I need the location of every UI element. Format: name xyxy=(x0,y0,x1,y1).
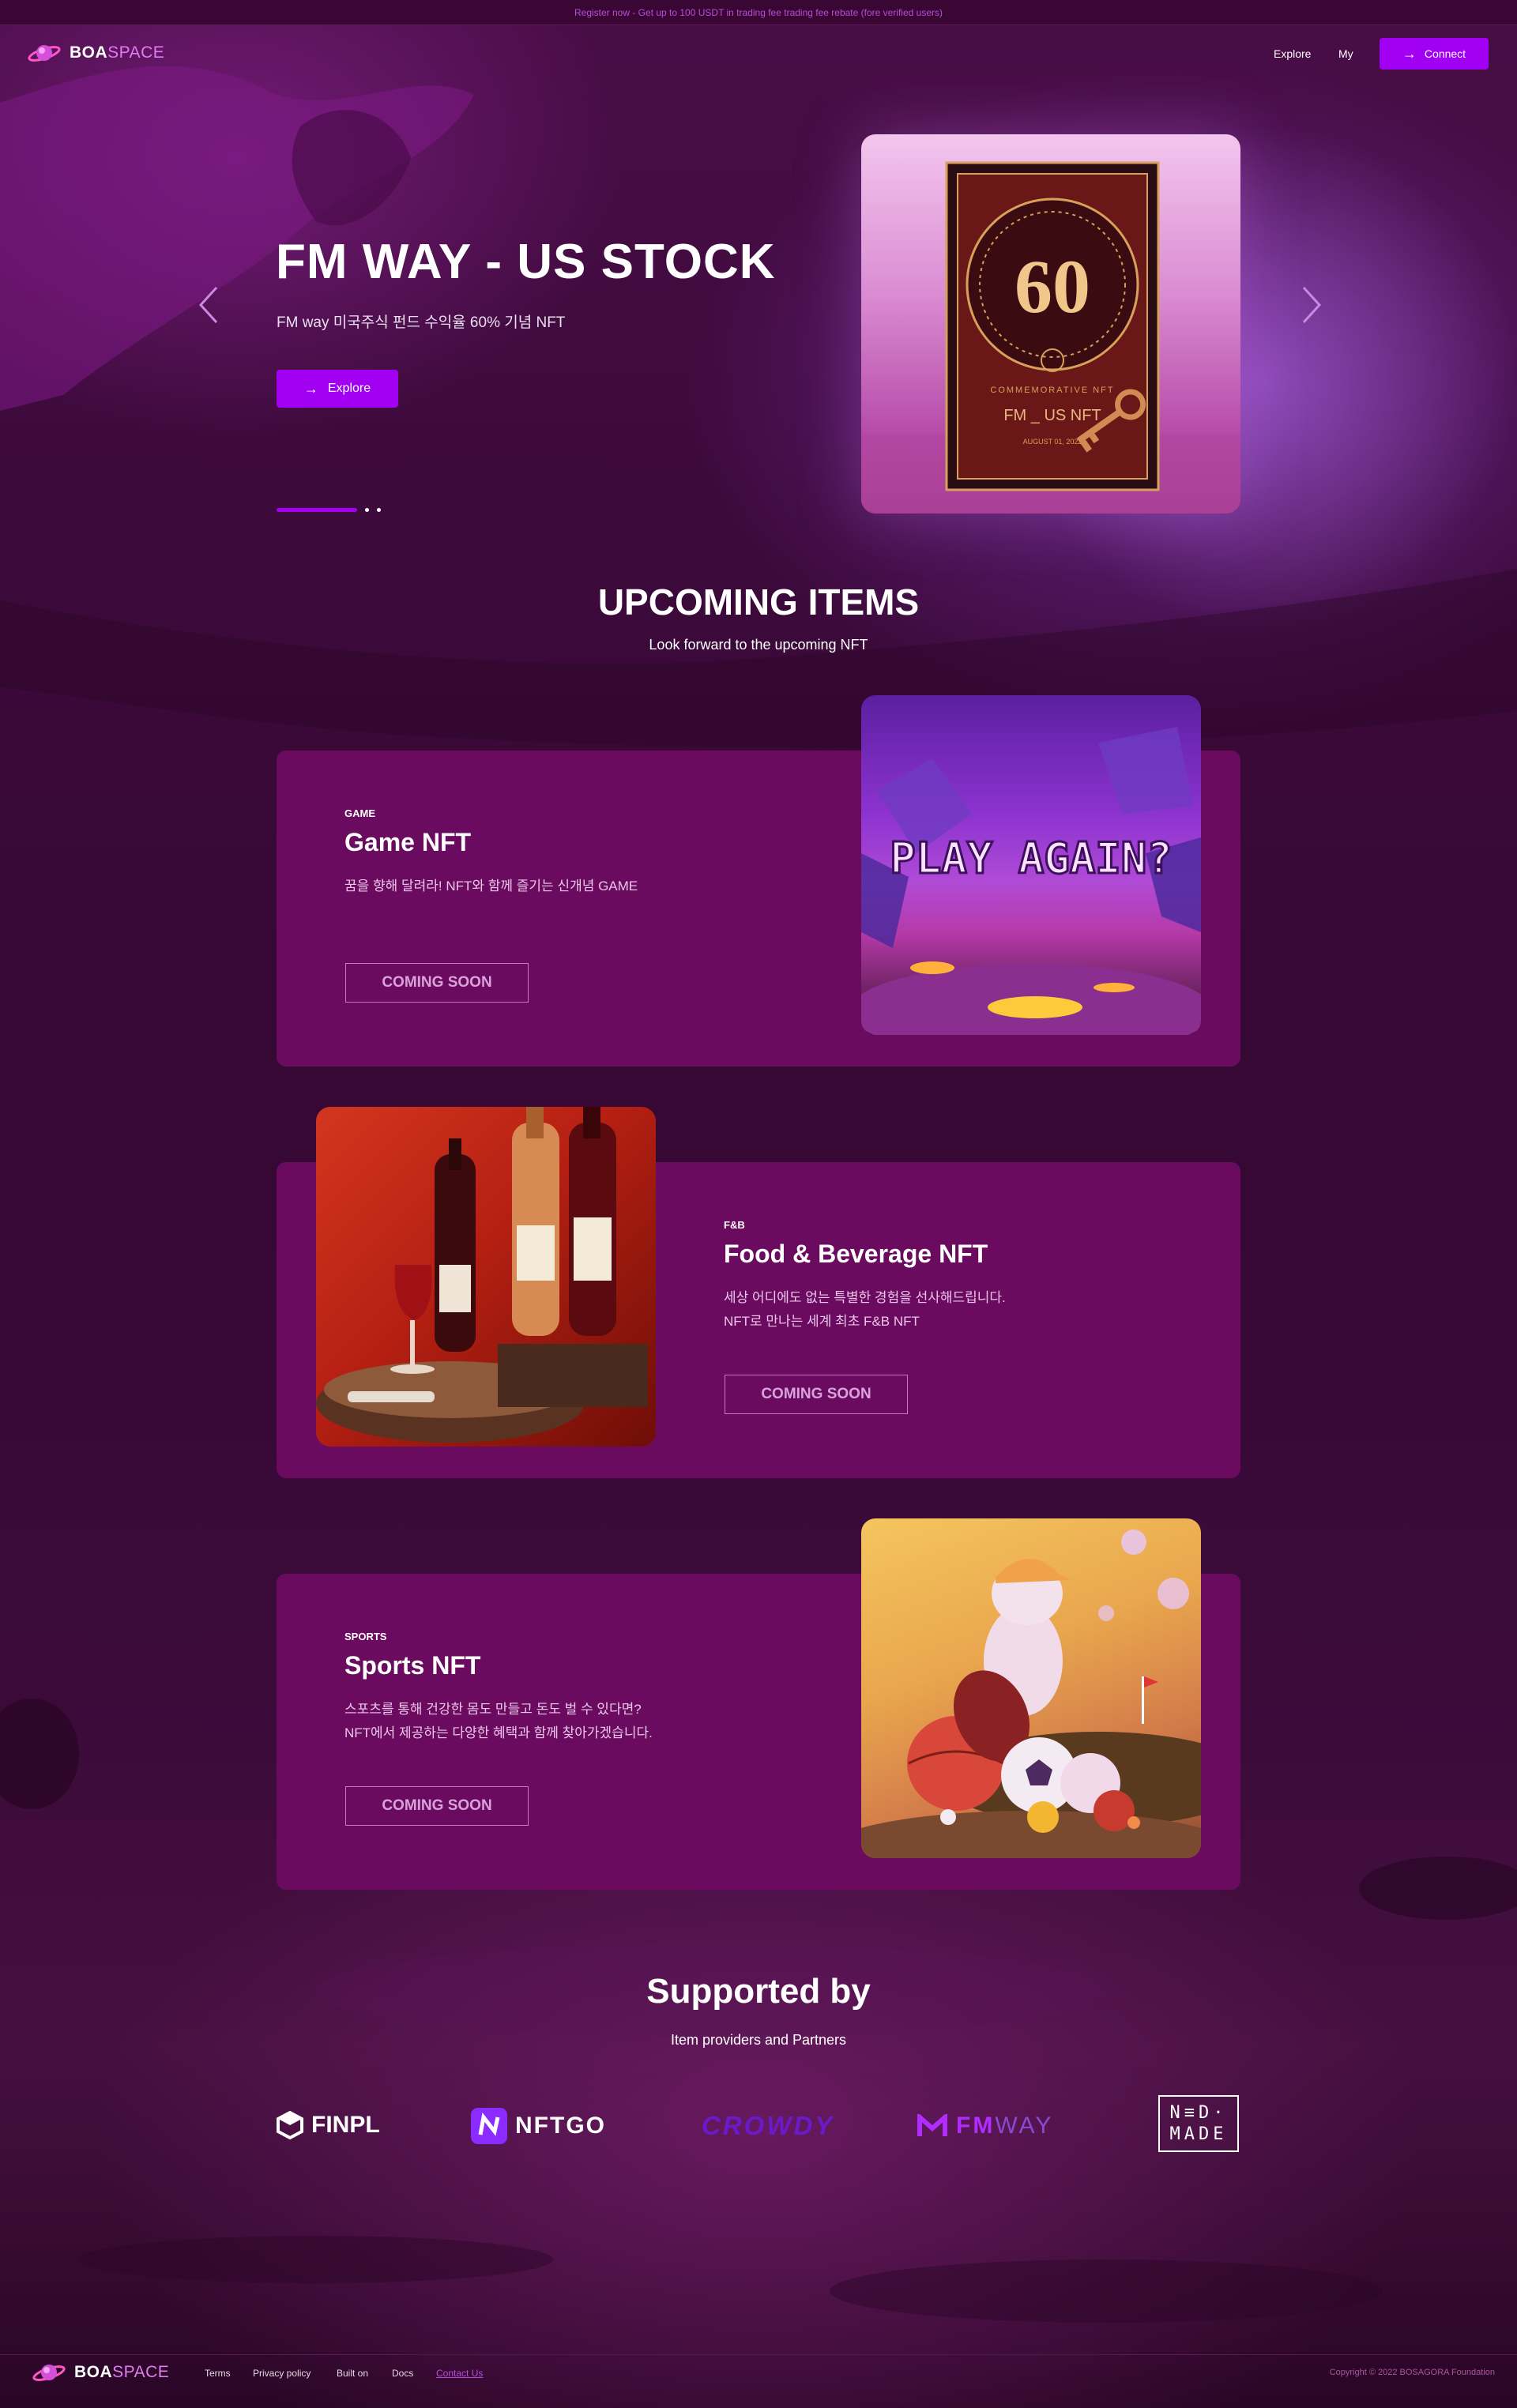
pager-active[interactable] xyxy=(277,508,357,512)
fmway-m-icon xyxy=(917,2114,947,2136)
partner-logos: FINPL NFTGO CROWDY FMWAY N≡D· MADE xyxy=(0,2094,1517,2157)
arrow-right-icon: → xyxy=(1402,46,1417,62)
partner-name-b: WAY xyxy=(995,2113,1054,2139)
carousel-pager xyxy=(277,508,381,512)
planet-logo-icon xyxy=(32,2365,66,2381)
finpl-cube-icon xyxy=(277,2111,303,2139)
hero-explore-button[interactable]: → Explore xyxy=(277,370,398,408)
coming-soon-label: COMING SOON xyxy=(382,1797,492,1814)
brand-logo[interactable]: BOASPACE xyxy=(27,41,164,65)
supported-subtitle: Item providers and Partners xyxy=(670,2032,847,2048)
partner-crowdy[interactable]: CROWDY xyxy=(702,2111,834,2141)
partner-name: NFTGO xyxy=(515,2113,606,2139)
coming-soon-button[interactable]: COMING SOON xyxy=(345,1786,529,1826)
hero-nft-image[interactable]: 60 COMMEMORATIVE NFT FM _ US NFT AUGUST … xyxy=(861,134,1240,514)
nav-my-link[interactable]: My xyxy=(1338,47,1353,60)
coming-soon-button[interactable]: COMING SOON xyxy=(345,963,529,1003)
partner-name: CROWDY xyxy=(702,2111,835,2140)
supported-title: Supported by xyxy=(646,1972,871,2011)
nav-explore-link[interactable]: Explore xyxy=(1274,47,1311,60)
footer-link-terms[interactable]: Terms xyxy=(205,2368,231,2379)
footer-link-docs[interactable]: Docs xyxy=(392,2368,413,2379)
carousel-prev-icon[interactable] xyxy=(193,281,224,329)
coming-soon-label: COMING SOON xyxy=(382,974,492,991)
arrow-right-icon: → xyxy=(303,381,318,397)
top-nav: BOASPACE Explore My → Connect xyxy=(0,35,1517,73)
logo-text-light: SPACE xyxy=(107,43,165,62)
hero-subtitle: FM way 미국주식 펀드 수익율 60% 기념 NFT xyxy=(277,314,566,331)
partner-row2: MADE xyxy=(1169,2124,1228,2144)
footer-logo-bold: BOA xyxy=(74,2363,113,2381)
card-title: Food & Beverage NFT xyxy=(724,1240,988,1268)
footer-logo-light: SPACE xyxy=(112,2363,170,2381)
carousel-next-icon[interactable] xyxy=(1296,281,1327,329)
connect-button[interactable]: → Connect xyxy=(1380,38,1489,70)
card-title: Sports NFT xyxy=(344,1651,481,1680)
pager-dot[interactable] xyxy=(365,508,369,512)
coming-soon-button[interactable]: COMING SOON xyxy=(725,1375,908,1414)
game-image-text: PLAY AGAIN? xyxy=(890,833,1173,883)
card-description: 스포츠를 통해 건강한 몸도 만들고 돈도 벌 수 있다면? NFT에서 제공하… xyxy=(344,1702,653,1740)
partner-name-a: FM xyxy=(956,2113,996,2139)
upcoming-title: UPCOMING ITEMS xyxy=(597,581,920,623)
card-description: 꿈을 향해 달려라! NFT와 함께 즐기는 신개념 GAME xyxy=(344,879,638,894)
partner-need-made[interactable]: N≡D· MADE xyxy=(1158,2095,1239,2152)
partner-fmway[interactable]: FMWAY xyxy=(917,2113,1053,2139)
hero-title: FM WAY - US STOCK xyxy=(276,235,776,289)
logo-text-bold: BOA xyxy=(70,43,108,62)
partner-row1: N≡D· xyxy=(1169,2103,1228,2123)
card-number: 60 xyxy=(1014,244,1090,329)
card-date: AUGUST 01, 2022 xyxy=(1023,438,1082,446)
partner-finpl[interactable]: FINPL xyxy=(277,2111,380,2139)
card-description: 세상 어디에도 없는 특별한 경험을 선사해드립니다. NFT로 만나는 세계 … xyxy=(724,1290,1006,1329)
card-name: FM _ US NFT xyxy=(1003,407,1101,424)
commemorative-card-art: 60 COMMEMORATIVE NFT FM _ US NFT AUGUST … xyxy=(861,161,1240,514)
card-category: SPORTS xyxy=(344,1631,387,1642)
connect-label: Connect xyxy=(1424,47,1466,60)
sports-nft-image[interactable] xyxy=(861,1518,1201,1858)
nftgo-n-icon xyxy=(471,2108,507,2144)
game-nft-image[interactable]: PLAY AGAIN? xyxy=(861,695,1201,1035)
partner-nftgo[interactable]: NFTGO xyxy=(471,2108,606,2144)
card-title: Game NFT xyxy=(344,828,472,856)
hero-explore-label: Explore xyxy=(327,382,371,395)
coming-soon-label: COMING SOON xyxy=(761,1386,871,1402)
copyright-text: Copyright © 2022 BOSAGORA Foundation xyxy=(1329,2368,1495,2377)
partner-name: FINPL xyxy=(311,2112,380,2138)
footer-link-privacy[interactable]: Privacy policy xyxy=(253,2368,311,2379)
pager-dot[interactable] xyxy=(377,508,381,512)
card-top-label: COMMEMORATIVE NFT xyxy=(990,386,1114,395)
footer-link-built-on[interactable]: Built on xyxy=(337,2368,368,2379)
footer-link-contact[interactable]: Contact Us xyxy=(436,2368,483,2379)
footer-divider xyxy=(0,2354,1517,2355)
card-category: GAME xyxy=(344,807,375,819)
fnb-nft-image[interactable] xyxy=(316,1107,656,1447)
upcoming-subtitle: Look forward to the upcoming NFT xyxy=(649,637,868,653)
footer-logo[interactable]: BOASPACE xyxy=(32,2361,169,2384)
card-category: F&B xyxy=(724,1219,745,1231)
planet-logo-icon xyxy=(28,45,61,62)
